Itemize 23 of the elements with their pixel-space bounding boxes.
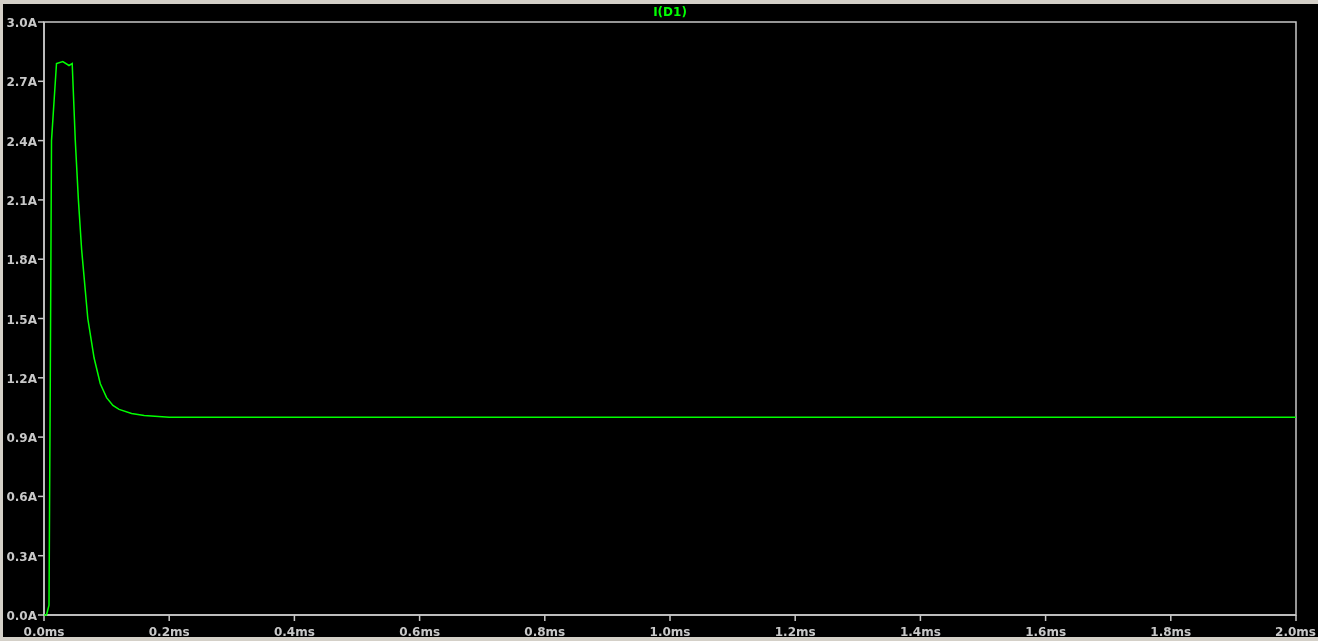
y-tick-label: 2.4A [6,134,37,149]
x-tick-label: 1.0ms [649,625,691,637]
x-tick-label: 0.4ms [273,625,315,637]
y-tick-label: 1.5A [6,312,37,327]
x-tick-label: 0.2ms [148,625,190,637]
x-tick-label: 1.6ms [1025,625,1067,637]
x-tick-label: 1.4ms [899,625,941,637]
x-tick-label: 2.0ms [1275,625,1316,637]
y-tick-label: 1.2A [6,371,37,386]
y-tick-label: 2.7A [6,75,37,90]
x-tick-label: 0.8ms [524,625,566,637]
x-tick-label: 1.2ms [774,625,816,637]
x-tick-label: 0.6ms [399,625,441,637]
y-tick-label: 0.9A [6,431,37,446]
y-tick-label: 3.0A [6,16,37,30]
y-tick-label: 1.8A [6,253,37,268]
x-tick-label: 1.8ms [1150,625,1192,637]
y-tick-label: 2.1A [6,193,37,208]
x-tick-label: 0.0ms [23,625,65,637]
y-tick-label: 0.6A [6,490,37,505]
y-tick-label: 0.0A [6,609,37,623]
y-tick-label: 0.3A [6,549,37,564]
trace-label[interactable]: I(D1) [653,5,687,19]
